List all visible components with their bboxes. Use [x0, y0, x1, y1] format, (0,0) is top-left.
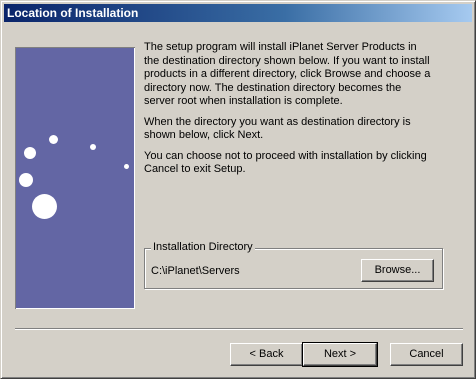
- intro-paragraph: The setup program will install iPlanet S…: [144, 41, 431, 107]
- bubble-dot: [49, 135, 58, 144]
- bubble-dot: [90, 144, 96, 150]
- browse-button[interactable]: Browse...: [361, 259, 434, 282]
- bubble-dot: [124, 164, 129, 169]
- decorative-side-panel: [15, 47, 135, 309]
- setup-dialog: Location of Installation The setup progr…: [0, 0, 476, 379]
- separator-line: [15, 328, 463, 330]
- next-button[interactable]: Next >: [303, 343, 377, 366]
- cancel-instruction-paragraph: You can choose not to proceed with insta…: [144, 149, 427, 176]
- instructions-text: The setup program will install iPlanet S…: [144, 41, 434, 184]
- bubble-dot: [24, 147, 36, 159]
- bubble-dot: [32, 194, 57, 219]
- installation-directory-group: Installation Directory C:\iPlanet\Server…: [144, 241, 443, 289]
- next-instruction-paragraph: When the directory you want as destinati…: [144, 115, 411, 142]
- group-label: Installation Directory: [151, 241, 255, 253]
- back-button[interactable]: < Back: [230, 343, 303, 366]
- cancel-button[interactable]: Cancel: [390, 343, 463, 366]
- window-title: Location of Installation: [7, 6, 139, 20]
- bubble-dot: [19, 173, 33, 187]
- directory-path: C:\iPlanet\Servers: [151, 265, 240, 277]
- title-bar: Location of Installation: [4, 4, 472, 22]
